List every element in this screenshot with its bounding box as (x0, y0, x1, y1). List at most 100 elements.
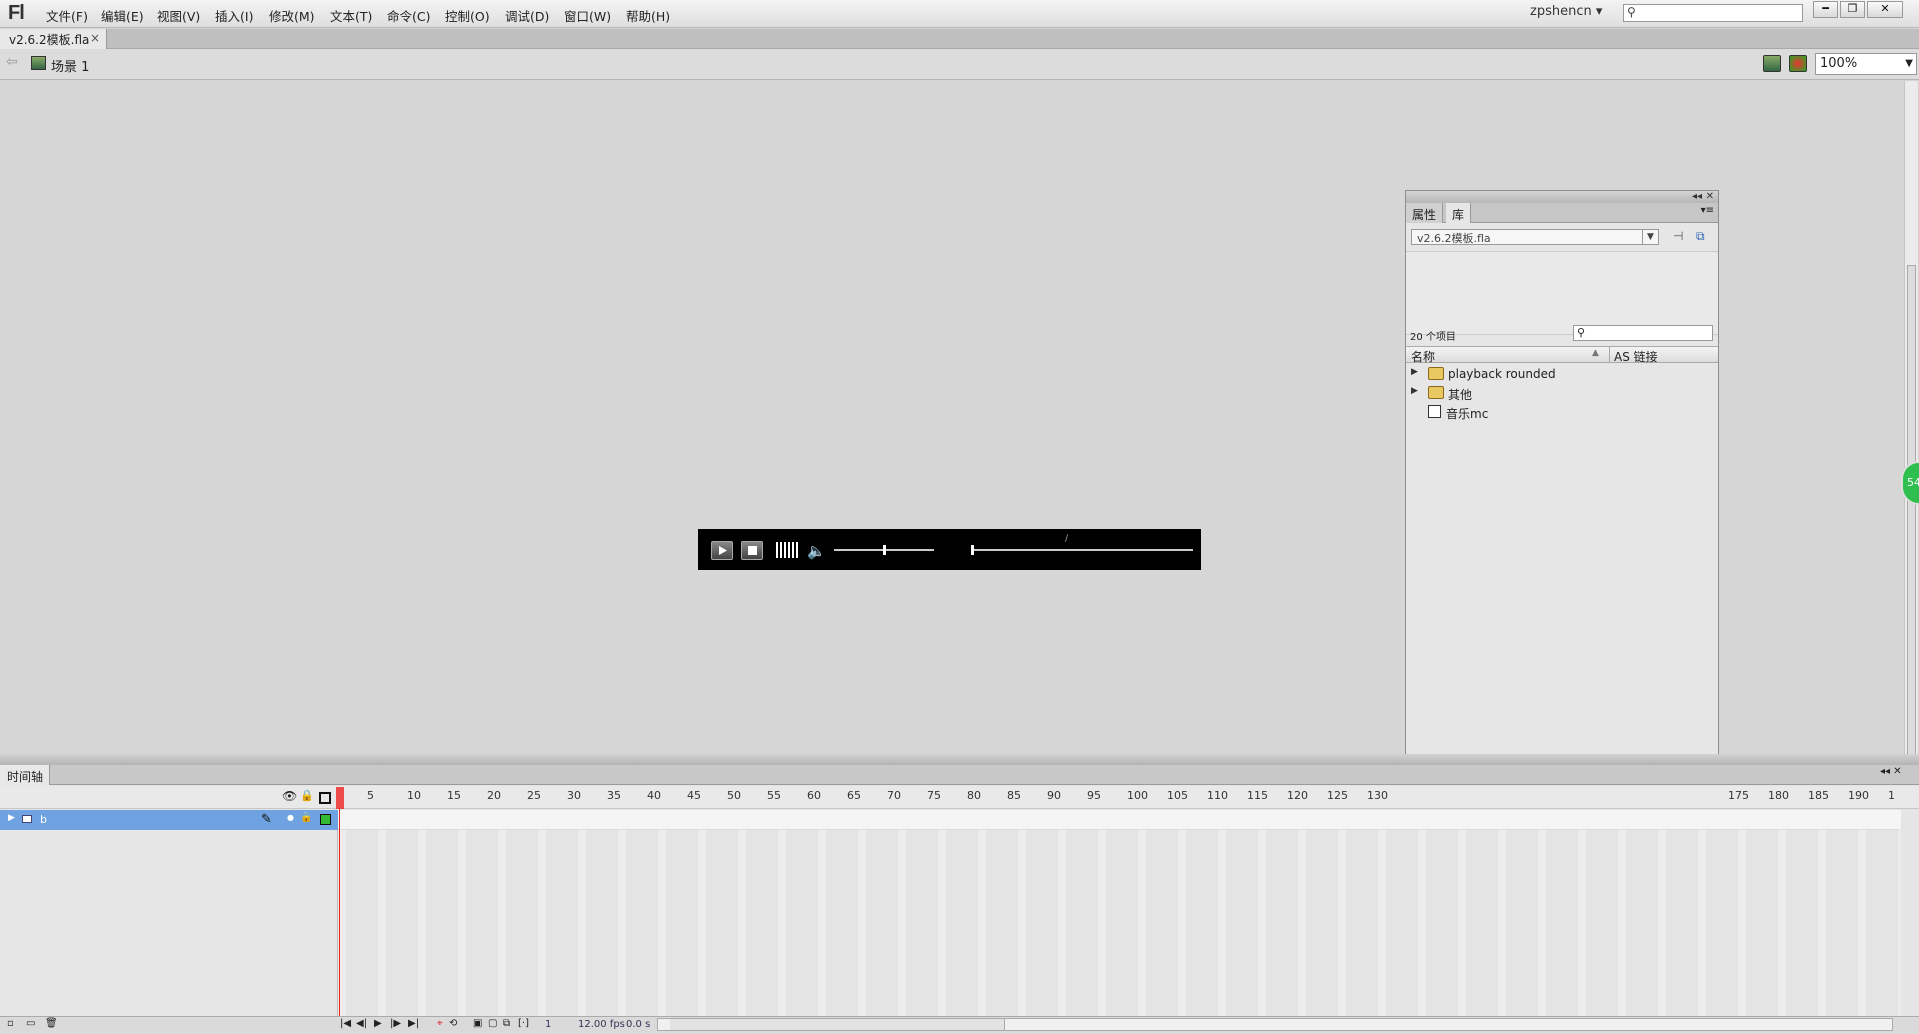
center-frame-icon[interactable]: ⌖ (437, 1018, 443, 1029)
frames-area[interactable] (338, 810, 1901, 1017)
last-frame-icon[interactable]: ▶| (408, 1018, 419, 1029)
close-panel-icon[interactable]: ✕ (1706, 191, 1714, 202)
menu-view[interactable]: 视图(V) (157, 6, 200, 25)
collapse-panel-icon[interactable]: ◂◂ (1692, 191, 1702, 202)
pencil-crossed-icon[interactable]: ✎ (261, 812, 272, 827)
music-player-widget[interactable]: 🔈 / (698, 529, 1201, 570)
library-item[interactable]: ▶ playback rounded (1406, 364, 1718, 383)
stop-button[interactable] (741, 541, 763, 560)
delete-icon[interactable]: 🗑 (45, 1018, 58, 1029)
column-name[interactable]: 名称 (1411, 348, 1435, 365)
new-folder-icon[interactable]: ▭ (26, 1018, 35, 1029)
user-menu[interactable]: zpshencn ▾ (1530, 4, 1602, 19)
library-item[interactable]: 音乐mc (1406, 402, 1718, 421)
outline-icon[interactable] (319, 792, 331, 804)
play-icon[interactable]: ▶ (374, 1018, 382, 1029)
panel-titlebar[interactable]: ◂◂ ✕ (1406, 191, 1718, 203)
new-layer-icon[interactable]: ▫ (7, 1018, 14, 1029)
library-panel: ◂◂ ✕ 属性 库 ▾≡ v2.6.2模板.fla ▼ ⊣ ⧉ 20 个项目 ⚲… (1405, 190, 1719, 835)
close-tab-icon[interactable]: × (90, 31, 100, 45)
menu-text[interactable]: 文本(T) (330, 6, 372, 25)
scrollbar-thumb[interactable] (1907, 265, 1916, 755)
sort-asc-icon[interactable]: ▲ (1592, 348, 1599, 358)
scrollbar-thumb[interactable] (670, 1019, 1005, 1030)
frame-tick-label: 20 (487, 789, 501, 802)
search-icon: ⚲ (1627, 5, 1636, 19)
frame-rate[interactable]: 12.00 fps (578, 1019, 625, 1030)
zoom-value: 100% (1820, 56, 1858, 71)
frame-tick-label: 190 (1848, 789, 1869, 802)
lock-icon[interactable]: 🔒 (300, 812, 312, 823)
back-arrow-icon[interactable]: ⇦ (6, 54, 18, 70)
play-button[interactable] (711, 541, 733, 560)
frame-row[interactable] (338, 810, 1901, 830)
frame-tick-label: 105 (1167, 789, 1188, 802)
menu-edit[interactable]: 编辑(E) (101, 6, 144, 25)
edit-symbols-icon[interactable] (1789, 55, 1807, 72)
layers-area (0, 830, 338, 1016)
library-search-input[interactable]: ⚲ (1573, 325, 1713, 341)
edit-multiple-icon[interactable]: ⧉ (503, 1018, 510, 1029)
tab-properties[interactable]: 属性 (1406, 203, 1444, 223)
modify-markers-icon[interactable]: [·] (518, 1018, 529, 1029)
menu-help[interactable]: 帮助(H) (626, 6, 670, 25)
zoom-select[interactable]: 100% ▼ (1815, 53, 1917, 75)
menu-control[interactable]: 控制(O) (445, 6, 490, 25)
timeline-horizontal-scrollbar[interactable] (657, 1018, 1893, 1031)
document-tab[interactable]: v2.6.2模板.fla × (0, 29, 107, 49)
panel-menu-icon[interactable]: ▾≡ (1701, 205, 1714, 216)
frame-tick-label: 125 (1327, 789, 1348, 802)
step-back-icon[interactable]: ◀| (356, 1018, 367, 1029)
tab-library[interactable]: 库 (1446, 203, 1472, 223)
timeline-titlebar[interactable] (0, 754, 1919, 765)
menu-debug[interactable]: 调试(D) (505, 6, 549, 25)
library-item[interactable]: ▶ 其他 (1406, 383, 1718, 402)
frame-tick-label: 25 (527, 789, 541, 802)
minimize-button[interactable]: ━ (1813, 1, 1838, 18)
movieclip-symbol-icon (1428, 405, 1441, 418)
step-forward-icon[interactable]: |▶ (390, 1018, 401, 1029)
frame-tick-label: 130 (1367, 789, 1388, 802)
menu-window[interactable]: 窗口(W) (564, 6, 611, 25)
speaker-icon[interactable]: 🔈 (807, 542, 826, 560)
close-button[interactable]: ✕ (1867, 1, 1903, 18)
progress-bar-knob[interactable] (971, 545, 974, 555)
new-library-panel-icon[interactable]: ⧉ (1696, 229, 1705, 244)
scene-label: 场景 1 (51, 60, 90, 75)
frame-tick-label: 90 (1047, 789, 1061, 802)
stage-vertical-scrollbar[interactable] (1904, 81, 1918, 755)
column-linkage[interactable]: AS 链接 (1614, 348, 1658, 365)
frame-tick-label: 5 (367, 789, 374, 802)
eye-icon[interactable]: 👁 (282, 789, 297, 803)
document-tabstrip (0, 29, 1919, 49)
menu-commands[interactable]: 命令(C) (387, 6, 430, 25)
edit-scene-icon[interactable] (1763, 55, 1781, 72)
onion-outline-icon[interactable]: ▢ (488, 1018, 497, 1029)
restore-button[interactable]: ❐ (1840, 1, 1865, 18)
help-search-input[interactable]: ⚲ (1623, 4, 1803, 22)
playhead[interactable] (336, 787, 344, 809)
expand-triangle-icon[interactable]: ▶ (1411, 367, 1418, 377)
layer-color-icon[interactable] (320, 814, 331, 825)
volume-slider-knob[interactable] (883, 545, 886, 555)
pin-library-icon[interactable]: ⊣ (1673, 229, 1683, 243)
menu-insert[interactable]: 插入(I) (215, 6, 253, 25)
frame-ruler[interactable]: 5 10 15 20 25 30 35 40 45 50 55 60 65 70 75 80 85 90 95 100… (336, 786, 1901, 809)
library-document-select[interactable]: v2.6.2模板.fla ▼ (1411, 229, 1659, 245)
layer-name[interactable]: b (40, 813, 47, 826)
current-frame[interactable]: 1 (545, 1019, 551, 1030)
lock-icon[interactable]: 🔒 (300, 789, 314, 802)
tab-timeline[interactable]: 时间轴 (0, 765, 50, 785)
expand-triangle-icon[interactable]: ▶ (1411, 386, 1418, 396)
frame-tick-label: 120 (1287, 789, 1308, 802)
menu-file[interactable]: 文件(F) (46, 6, 88, 25)
loop-icon[interactable]: ⟲ (449, 1018, 457, 1029)
progress-bar-track[interactable] (971, 549, 1193, 551)
expand-triangle-icon[interactable]: ▶ (8, 813, 15, 823)
visibility-dot-icon[interactable]: ● (287, 813, 294, 822)
collapse-panel-icon[interactable]: ◂◂ ✕ (1880, 766, 1902, 777)
folder-icon (1428, 386, 1444, 399)
onion-skin-icon[interactable]: ▣ (473, 1018, 482, 1029)
first-frame-icon[interactable]: |◀ (340, 1018, 351, 1029)
menu-modify[interactable]: 修改(M) (269, 6, 315, 25)
